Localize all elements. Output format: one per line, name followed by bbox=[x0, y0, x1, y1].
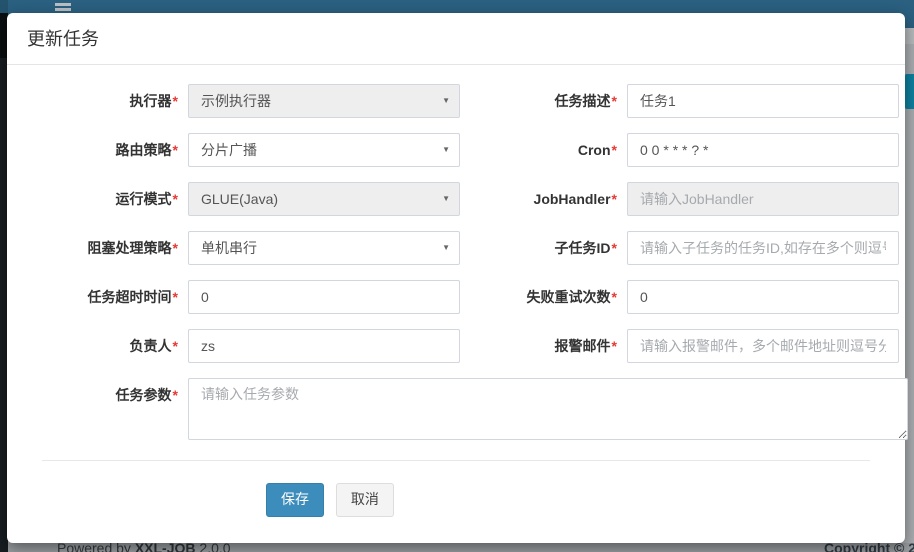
child-jobid-input[interactable] bbox=[627, 231, 899, 265]
job-param-field: 任务参数* bbox=[27, 378, 885, 440]
powered-by-text: Powered by XXL-JOB 2.0.0 bbox=[57, 543, 231, 552]
job-desc-field: 任务描述* bbox=[456, 84, 885, 118]
executor-label: 执行器* bbox=[27, 84, 188, 118]
cron-input[interactable] bbox=[627, 133, 899, 167]
route-strategy-select-value: 分片广播 bbox=[201, 140, 257, 160]
executor-field: 执行器* 示例执行器 ▼ bbox=[27, 84, 456, 118]
save-button[interactable]: 保存 bbox=[266, 483, 324, 517]
cancel-button[interactable]: 取消 bbox=[336, 483, 394, 517]
glue-type-select-value: GLUE(Java) bbox=[201, 191, 278, 207]
author-label: 负责人* bbox=[27, 329, 188, 363]
required-marker: * bbox=[612, 338, 617, 354]
block-strategy-field: 阻塞处理策略* 单机串行 ▼ bbox=[27, 231, 456, 265]
required-marker: * bbox=[612, 240, 617, 256]
job-param-label: 任务参数* bbox=[27, 378, 188, 440]
required-marker: * bbox=[173, 387, 178, 403]
executor-select-value: 示例执行器 bbox=[201, 91, 271, 111]
copyright-text: Copyright © 2 bbox=[824, 543, 914, 552]
job-handler-input bbox=[627, 182, 899, 216]
fail-retry-label: 失败重试次数* bbox=[456, 280, 627, 314]
required-marker: * bbox=[173, 338, 178, 354]
required-marker: * bbox=[173, 240, 178, 256]
cron-label: Cron* bbox=[456, 133, 627, 167]
caret-down-icon: ▼ bbox=[442, 97, 450, 105]
author-input[interactable] bbox=[188, 329, 460, 363]
glue-type-select: GLUE(Java) ▼ bbox=[188, 182, 460, 216]
cron-field: Cron* bbox=[456, 133, 885, 167]
block-strategy-select-value: 单机串行 bbox=[201, 238, 257, 258]
job-handler-label: JobHandler* bbox=[456, 182, 627, 216]
required-marker: * bbox=[173, 289, 178, 305]
modal-title: 更新任务 bbox=[27, 29, 885, 49]
child-jobid-label: 子任务ID* bbox=[456, 231, 627, 265]
update-job-form: 执行器* 示例执行器 ▼ 任务描述* 路由策略* 分片广播 ▼ Cron* bbox=[7, 65, 905, 517]
glue-type-label: 运行模式* bbox=[27, 182, 188, 216]
route-strategy-field: 路由策略* 分片广播 ▼ bbox=[27, 133, 456, 167]
glue-type-field: 运行模式* GLUE(Java) ▼ bbox=[27, 182, 456, 216]
required-marker: * bbox=[612, 93, 617, 109]
fail-retry-input[interactable] bbox=[627, 280, 899, 314]
page-footer: Powered by XXL-JOB 2.0.0 Copyright © 2 bbox=[0, 543, 914, 552]
required-marker: * bbox=[612, 289, 617, 305]
caret-down-icon: ▼ bbox=[442, 146, 450, 154]
alarm-email-input[interactable] bbox=[627, 329, 899, 363]
route-strategy-label: 路由策略* bbox=[27, 133, 188, 167]
block-strategy-select[interactable]: 单机串行 ▼ bbox=[188, 231, 460, 265]
modal-header: 更新任务 bbox=[7, 13, 905, 65]
executor-select: 示例执行器 ▼ bbox=[188, 84, 460, 118]
page-background-edge bbox=[905, 28, 914, 44]
alarm-email-label: 报警邮件* bbox=[456, 329, 627, 363]
required-marker: * bbox=[173, 191, 178, 207]
background-button-sliver bbox=[905, 74, 914, 109]
timeout-field: 任务超时时间* bbox=[27, 280, 456, 314]
child-jobid-field: 子任务ID* bbox=[456, 231, 885, 265]
job-param-textarea[interactable] bbox=[188, 378, 908, 440]
caret-down-icon: ▼ bbox=[442, 244, 450, 252]
job-handler-field: JobHandler* bbox=[456, 182, 885, 216]
required-marker: * bbox=[173, 142, 178, 158]
brand-text: XXL-JOB bbox=[135, 543, 196, 552]
block-strategy-label: 阻塞处理策略* bbox=[27, 231, 188, 265]
fail-retry-field: 失败重试次数* bbox=[456, 280, 885, 314]
author-field: 负责人* bbox=[27, 329, 456, 363]
timeout-label: 任务超时时间* bbox=[27, 280, 188, 314]
required-marker: * bbox=[612, 142, 617, 158]
alarm-email-field: 报警邮件* bbox=[456, 329, 885, 363]
update-job-modal: 更新任务 执行器* 示例执行器 ▼ 任务描述* 路由策略* 分片广播 ▼ bbox=[7, 13, 905, 543]
timeout-input[interactable] bbox=[188, 280, 460, 314]
job-desc-label: 任务描述* bbox=[456, 84, 627, 118]
caret-down-icon: ▼ bbox=[442, 195, 450, 203]
required-marker: * bbox=[612, 191, 617, 207]
modal-footer: 保存 取消 bbox=[27, 461, 885, 517]
required-marker: * bbox=[173, 93, 178, 109]
job-desc-input[interactable] bbox=[627, 84, 899, 118]
route-strategy-select[interactable]: 分片广播 ▼ bbox=[188, 133, 460, 167]
